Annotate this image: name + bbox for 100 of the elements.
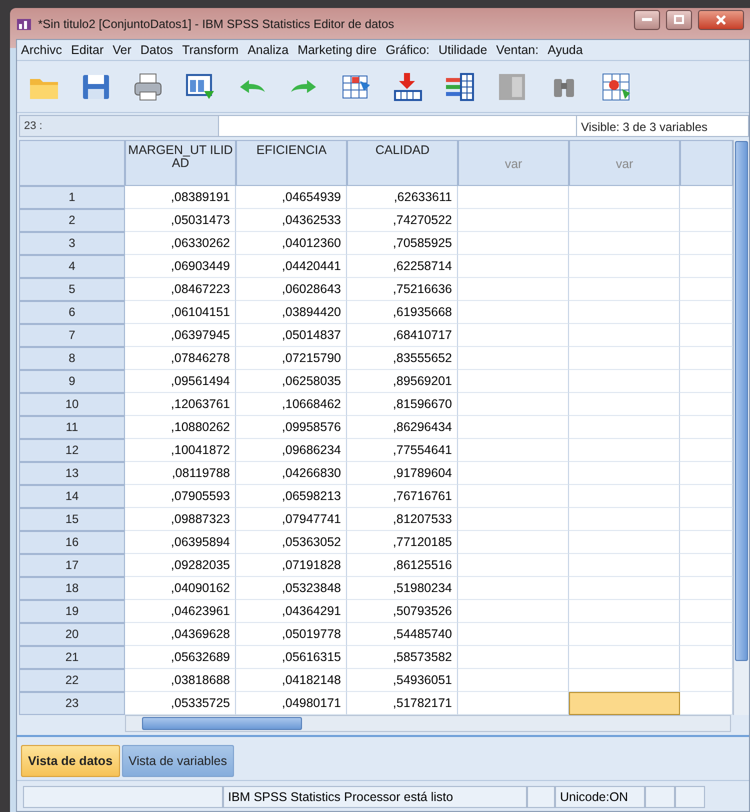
table-cell: ,07846278 <box>125 347 236 370</box>
horizontal-scrollbar[interactable] <box>125 715 731 732</box>
row-number[interactable]: 18 <box>19 577 125 600</box>
column-header[interactable]: CALIDAD <box>347 140 458 186</box>
row-number[interactable]: 9 <box>19 370 125 393</box>
variables-table-icon <box>444 70 476 102</box>
table-cell: ,04980171 <box>236 692 347 715</box>
table-cell: ,77120185 <box>347 531 458 554</box>
row-number[interactable]: 2 <box>19 209 125 232</box>
column-header[interactable]: EFICIENCIA <box>236 140 347 186</box>
row-number[interactable]: 1 <box>19 186 125 209</box>
column-header[interactable] <box>680 140 733 186</box>
status-panel <box>675 786 705 808</box>
table-cell: ,05616315 <box>236 646 347 669</box>
row-number[interactable]: 16 <box>19 531 125 554</box>
close-button[interactable] <box>698 10 744 30</box>
table-cell: ,08467223 <box>125 278 236 301</box>
row-number[interactable]: 12 <box>19 439 125 462</box>
table-cell: ,05363052 <box>236 531 347 554</box>
printer-icon <box>132 70 164 102</box>
row-number[interactable]: 3 <box>19 232 125 255</box>
column-header[interactable]: MARGEN_UT ILIDAD <box>125 140 236 186</box>
row-number[interactable]: 20 <box>19 623 125 646</box>
menu-item[interactable]: Editar <box>70 43 104 57</box>
table-cell: ,05323848 <box>236 577 347 600</box>
table-cell: ,03894420 <box>236 301 347 324</box>
table-cell: ,05335725 <box>125 692 236 715</box>
row-number[interactable]: 10 <box>19 393 125 416</box>
table-cell: ,76716761 <box>347 485 458 508</box>
table-cell: ,81596670 <box>347 393 458 416</box>
table-cell: ,04090162 <box>125 577 236 600</box>
table-cell: ,05031473 <box>125 209 236 232</box>
table-cell: ,05014837 <box>236 324 347 347</box>
table-cell: ,06395894 <box>125 531 236 554</box>
table-cell: ,06903449 <box>125 255 236 278</box>
table-cell: ,75216636 <box>347 278 458 301</box>
table-cell: ,04369628 <box>125 623 236 646</box>
menu-item[interactable]: Transform <box>182 43 239 57</box>
table-cell: ,04266830 <box>236 462 347 485</box>
table-cell: ,07215790 <box>236 347 347 370</box>
row-number[interactable]: 7 <box>19 324 125 347</box>
row-number[interactable]: 17 <box>19 554 125 577</box>
table-cell: ,07947741 <box>236 508 347 531</box>
table-cell: ,58573582 <box>347 646 458 669</box>
menu-item[interactable]: Ventan: <box>496 43 539 57</box>
row-number[interactable]: 11 <box>19 416 125 439</box>
row-number[interactable]: 15 <box>19 508 125 531</box>
table-cell: ,06397945 <box>125 324 236 347</box>
table-cell: ,09561494 <box>125 370 236 393</box>
table-cell: ,51980234 <box>347 577 458 600</box>
row-number[interactable]: 21 <box>19 646 125 669</box>
row-number[interactable]: 13 <box>19 462 125 485</box>
row-number[interactable]: 8 <box>19 347 125 370</box>
row-number[interactable]: 14 <box>19 485 125 508</box>
table-cell: ,10041872 <box>125 439 236 462</box>
table-cell: ,09958576 <box>236 416 347 439</box>
menu-item[interactable]: Datos <box>140 43 174 57</box>
table-cell: ,05019778 <box>236 623 347 646</box>
table-cell: ,05632689 <box>125 646 236 669</box>
table-cell: ,04362533 <box>236 209 347 232</box>
vertical-scrollbar[interactable] <box>733 140 749 715</box>
active-cell[interactable] <box>569 692 680 715</box>
menu-item[interactable]: Analiza <box>248 43 289 57</box>
table-cell: ,04364291 <box>236 600 347 623</box>
menu-item[interactable]: Ver <box>112 43 132 57</box>
menu-item[interactable]: Marketing dire <box>298 43 377 57</box>
table-cell: ,08119788 <box>125 462 236 485</box>
menu-item[interactable]: Utilidade <box>438 43 488 57</box>
row-number[interactable]: 19 <box>19 600 125 623</box>
row-number[interactable]: 5 <box>19 278 125 301</box>
window-title: *Sin titulo2 [ConjuntoDatos1] - IBM SPSS Statistics Editor de datos <box>38 16 396 30</box>
table-cell: ,83555652 <box>347 347 458 370</box>
view-tab[interactable]: Vista de datos <box>21 745 120 777</box>
table-cell: ,09686234 <box>236 439 347 462</box>
row-number[interactable]: 4 <box>19 255 125 278</box>
menu-item[interactable]: Archivc <box>21 43 62 57</box>
maximize-button[interactable] <box>666 10 692 30</box>
table-cell: ,70585925 <box>347 232 458 255</box>
table-cell: ,12063761 <box>125 393 236 416</box>
menu-item[interactable]: Gráfico: <box>386 43 430 57</box>
table-cell: ,03818688 <box>125 669 236 692</box>
row-number[interactable]: 23 <box>19 692 125 715</box>
cell-value-field[interactable] <box>219 115 577 137</box>
table-cell: ,09282035 <box>125 554 236 577</box>
table-cell: ,54485740 <box>347 623 458 646</box>
table-cell: ,68410717 <box>347 324 458 347</box>
table-cell: ,08389191 <box>125 186 236 209</box>
header-corner[interactable] <box>19 140 125 186</box>
status-panel <box>527 786 555 808</box>
menu-item[interactable]: Ayuda <box>548 43 583 57</box>
table-cell: ,04182148 <box>236 669 347 692</box>
minimize-button[interactable] <box>634 10 660 30</box>
table-cell: ,50793526 <box>347 600 458 623</box>
table-cell: ,91789604 <box>347 462 458 485</box>
minimize-icon <box>642 18 652 22</box>
row-number[interactable]: 22 <box>19 669 125 692</box>
table-cell: ,06104151 <box>125 301 236 324</box>
table-cell: ,61935668 <box>347 301 458 324</box>
row-number[interactable]: 6 <box>19 301 125 324</box>
view-tab[interactable]: Vista de variables <box>122 745 234 777</box>
